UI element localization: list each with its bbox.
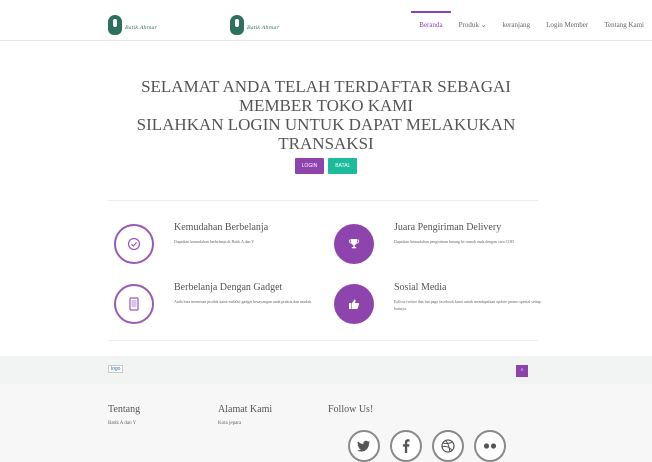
feature-kemudahan: Kemudahan Berbelanja Dapatkan kemudahan … <box>114 222 324 274</box>
footer-alamat: Alamat Kami Kota jepara <box>218 404 272 426</box>
footer-top-bar: logo ^ <box>0 356 652 384</box>
footer-logo-image: logo <box>108 365 124 373</box>
headline-line-1: SELAMAT ANDA TELAH TERDAFTAR SEBAGAI MEM… <box>141 77 511 115</box>
footer-text: Kota jepara <box>218 421 242 426</box>
footer: Tentang Batik A dan Y Alamat Kami Kota j… <box>0 384 652 462</box>
nav-beranda[interactable]: Beranda <box>411 11 451 39</box>
feature-title: Sosial Media <box>394 282 447 293</box>
footer-heading: Alamat Kami <box>218 404 273 415</box>
mobile-icon <box>114 284 154 324</box>
batal-button[interactable]: BATAL <box>328 158 358 174</box>
nav-keranjang[interactable]: keranjang <box>494 11 538 39</box>
feature-sosial-media: Sosial Media Follow twitter dan fan page… <box>334 282 544 334</box>
facebook-icon[interactable] <box>390 430 422 462</box>
logo-icon <box>230 15 244 35</box>
footer-heading: Tentang <box>108 404 141 415</box>
footer-tentang: Tentang Batik A dan Y <box>108 404 140 426</box>
feature-desc: Dapatkan kemudahan pengiriman barang ke … <box>394 239 515 244</box>
logo-icon <box>108 15 122 35</box>
logo-text: Batik Ahmar <box>125 25 157 31</box>
feature-title: Juara Pengiriman Delivery <box>394 222 502 233</box>
main-menu: Beranda Produk ⌄ keranjang Login Member … <box>411 11 652 39</box>
feature-desc: Anda bisa memesan produk kami melalui ga… <box>174 299 312 304</box>
feature-gadget: Berbelanja Dengan Gadget Anda bisa memes… <box>114 282 324 334</box>
thumbs-up-icon <box>334 284 374 324</box>
nav-login-member[interactable]: Login Member <box>538 11 596 39</box>
feature-delivery: Juara Pengiriman Delivery Dapatkan kemud… <box>334 222 544 274</box>
nav-produk[interactable]: Produk ⌄ <box>451 11 495 39</box>
scroll-top-button[interactable]: ^ <box>516 365 528 377</box>
success-message: SELAMAT ANDA TELAH TERDAFTAR SEBAGAI MEM… <box>120 77 532 153</box>
logo-text: Batik Ahmar <box>247 25 279 31</box>
navbar: Batik Ahmar Batik Ahmar Beranda Produk ⌄… <box>0 0 652 41</box>
feature-title: Kemudahan Berbelanja <box>174 222 269 233</box>
check-icon <box>114 224 154 264</box>
feature-title: Berbelanja Dengan Gadget <box>174 282 283 293</box>
flickr-icon[interactable] <box>474 430 506 462</box>
dribbble-icon[interactable] <box>432 430 464 462</box>
twitter-icon[interactable] <box>348 430 380 462</box>
logo[interactable]: Batik Ahmar <box>108 15 157 35</box>
nav-tentang-kami[interactable]: Tentang Kami <box>596 11 652 39</box>
footer-heading: Follow Us! <box>328 404 374 415</box>
divider <box>108 340 538 341</box>
feature-desc: Follow twitter dan fan page facebook kam… <box>394 299 541 311</box>
feature-desc: Dapatkan kemudahan berbelanja di Batik A… <box>174 239 255 244</box>
action-buttons: LOGIN BATAL <box>0 158 652 174</box>
social-links <box>348 430 506 462</box>
footer-follow: Follow Us! <box>328 404 373 415</box>
trophy-icon <box>334 224 374 264</box>
footer-text: Batik A dan Y <box>108 421 137 426</box>
headline-line-2: SILAHKAN LOGIN UNTUK DAPAT MELAKUKAN TRA… <box>136 115 516 153</box>
login-button[interactable]: LOGIN <box>294 158 325 174</box>
divider <box>108 200 538 201</box>
logo-secondary[interactable]: Batik Ahmar <box>230 15 279 35</box>
